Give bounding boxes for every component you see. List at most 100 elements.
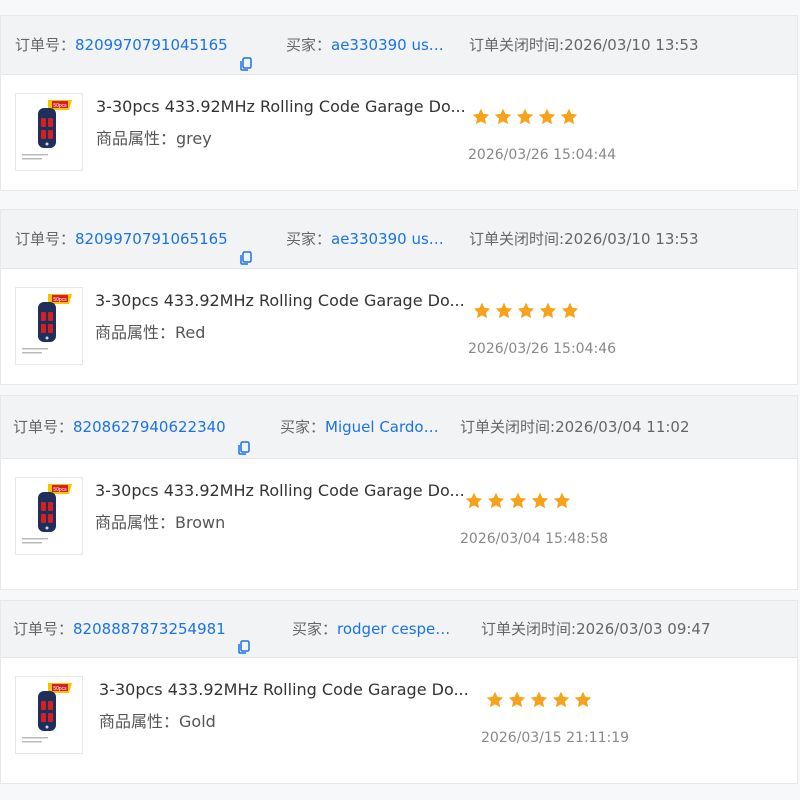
order-card: 订单号：8209970791045165 买家：ae330390 user...…: [0, 15, 798, 191]
badge-text: 50pcs: [53, 297, 67, 303]
buyer-link[interactable]: rodger cespede...: [337, 601, 452, 657]
attribute-value: grey: [176, 129, 212, 148]
buyer-link[interactable]: Miguel Cardona...: [325, 396, 440, 458]
star-icon: [472, 301, 492, 321]
product-thumbnail[interactable]: 50pcs: [15, 477, 83, 555]
close-time-label: 订单关闭时间:: [469, 36, 565, 54]
order-number-block: 订单号：8208887873254981: [13, 601, 251, 657]
star-icon: [486, 491, 506, 511]
close-time-value: 2026/03/04 11:02: [555, 418, 690, 436]
order-card: 订单号：8209970791065165 买家：ae330390 user...…: [0, 209, 798, 385]
evaluation-time: 2026/03/15 21:11:19: [481, 730, 630, 746]
close-time-block: 订单关闭时间:2026/03/10 13:53: [469, 16, 699, 74]
star-icon: [552, 491, 572, 511]
buyer-label: 买家：: [286, 36, 332, 54]
order-number-link[interactable]: 8209970791065165: [75, 230, 228, 248]
evaluation-time: 2026/03/26 15:04:44: [468, 147, 617, 163]
badge-text: 50pcs: [53, 103, 67, 109]
order-number-block: 订单号：8209970791065165: [15, 210, 253, 268]
star-icon: [551, 690, 571, 710]
order-card: 订单号：8208627940622340 买家：Miguel Cardona..…: [0, 395, 798, 590]
attribute-label: 商品属性：: [95, 513, 176, 532]
order-number-link[interactable]: 8208887873254981: [73, 620, 226, 638]
product-title[interactable]: 3-30pcs 433.92MHz Rolling Code Garage Do…: [95, 481, 465, 500]
copy-icon[interactable]: [237, 419, 251, 455]
rating-stars: [485, 690, 595, 710]
product-attribute: 商品属性：Gold: [99, 708, 216, 732]
product-thumbnail[interactable]: 50pcs: [15, 93, 83, 171]
rating-stars: [472, 301, 582, 321]
attribute-label: 商品属性：: [96, 129, 177, 148]
close-time-value: 2026/03/10 13:53: [564, 230, 699, 248]
copy-icon[interactable]: [237, 621, 251, 654]
star-icon: [537, 107, 557, 127]
order-header: 订单号：8208627940622340 买家：Miguel Cardona..…: [1, 396, 797, 459]
order-body: 50pcs 3-30pcs 433.92MHz Rolling Code Gar…: [1, 75, 797, 190]
star-icon: [573, 690, 593, 710]
order-number-label: 订单号：: [13, 620, 74, 638]
order-body: 50pcs 3-30pcs 433.92MHz Rolling Code Gar…: [1, 459, 797, 589]
product-title[interactable]: 3-30pcs 433.92MHz Rolling Code Garage Do…: [99, 680, 469, 699]
badge-text: 50pcs: [53, 487, 67, 493]
rating-stars: [471, 107, 581, 127]
close-time-label: 订单关闭时间:: [460, 418, 556, 436]
star-icon: [515, 107, 535, 127]
evaluation-time: 2026/03/04 15:48:58: [460, 531, 609, 547]
close-time-label: 订单关闭时间:: [469, 230, 565, 248]
close-time-label: 订单关闭时间:: [481, 620, 577, 638]
product-title[interactable]: 3-30pcs 433.92MHz Rolling Code Garage Do…: [95, 291, 465, 310]
star-icon: [471, 107, 491, 127]
buyer-label: 买家：: [286, 230, 332, 248]
buyer-link[interactable]: ae330390 user...: [331, 210, 446, 268]
order-number-label: 订单号：: [15, 36, 76, 54]
buyer-block: 买家：ae330390 user...: [286, 16, 446, 74]
order-header: 订单号：8209970791045165 买家：ae330390 user...…: [1, 16, 797, 75]
order-number-label: 订单号：: [15, 230, 76, 248]
copy-icon[interactable]: [239, 37, 253, 71]
order-header: 订单号：8209970791065165 买家：ae330390 user...…: [1, 210, 797, 269]
product-title[interactable]: 3-30pcs 433.92MHz Rolling Code Garage Do…: [96, 97, 466, 116]
product-attribute: 商品属性：Red: [95, 319, 205, 343]
order-number-link[interactable]: 8209970791045165: [75, 36, 228, 54]
copy-icon[interactable]: [239, 231, 253, 265]
close-time-value: 2026/03/03 09:47: [576, 620, 711, 638]
star-icon: [530, 491, 550, 511]
order-card: 订单号：8208887873254981 买家：rodger cespede..…: [0, 600, 798, 784]
star-icon: [508, 491, 528, 511]
star-icon: [493, 107, 513, 127]
star-icon: [485, 690, 505, 710]
star-icon: [494, 301, 514, 321]
star-icon: [538, 301, 558, 321]
order-number-link[interactable]: 8208627940622340: [73, 418, 226, 436]
star-icon: [507, 690, 527, 710]
attribute-label: 商品属性：: [95, 323, 176, 342]
attribute-value: Gold: [179, 712, 216, 731]
order-number-block: 订单号：8209970791045165: [15, 16, 253, 74]
order-number-block: 订单号：8208627940622340: [13, 396, 251, 458]
product-thumbnail[interactable]: 50pcs: [15, 287, 83, 365]
buyer-link[interactable]: ae330390 user...: [331, 16, 446, 74]
buyer-block: 买家：rodger cespede...: [292, 601, 452, 657]
star-icon: [464, 491, 484, 511]
buyer-label: 买家：: [280, 418, 326, 436]
close-time-block: 订单关闭时间:2026/03/03 09:47: [481, 601, 711, 657]
close-time-block: 订单关闭时间:2026/03/10 13:53: [469, 210, 699, 268]
order-body: 50pcs 3-30pcs 433.92MHz Rolling Code Gar…: [1, 658, 797, 783]
star-icon: [529, 690, 549, 710]
attribute-label: 商品属性：: [99, 712, 180, 731]
order-number-label: 订单号：: [13, 418, 74, 436]
product-attribute: 商品属性：grey: [96, 125, 212, 149]
star-icon: [560, 301, 580, 321]
star-icon: [516, 301, 536, 321]
product-thumbnail[interactable]: 50pcs: [15, 676, 83, 754]
order-header: 订单号：8208887873254981 买家：rodger cespede..…: [1, 601, 797, 658]
badge-text: 50pcs: [53, 686, 67, 692]
buyer-block: 买家：Miguel Cardona...: [280, 396, 440, 458]
rating-stars: [464, 491, 574, 511]
product-attribute: 商品属性：Brown: [95, 509, 225, 533]
close-time-block: 订单关闭时间:2026/03/04 11:02: [460, 396, 690, 458]
close-time-value: 2026/03/10 13:53: [564, 36, 699, 54]
order-body: 50pcs 3-30pcs 433.92MHz Rolling Code Gar…: [1, 269, 797, 384]
buyer-label: 买家：: [292, 620, 338, 638]
attribute-value: Red: [175, 323, 206, 342]
